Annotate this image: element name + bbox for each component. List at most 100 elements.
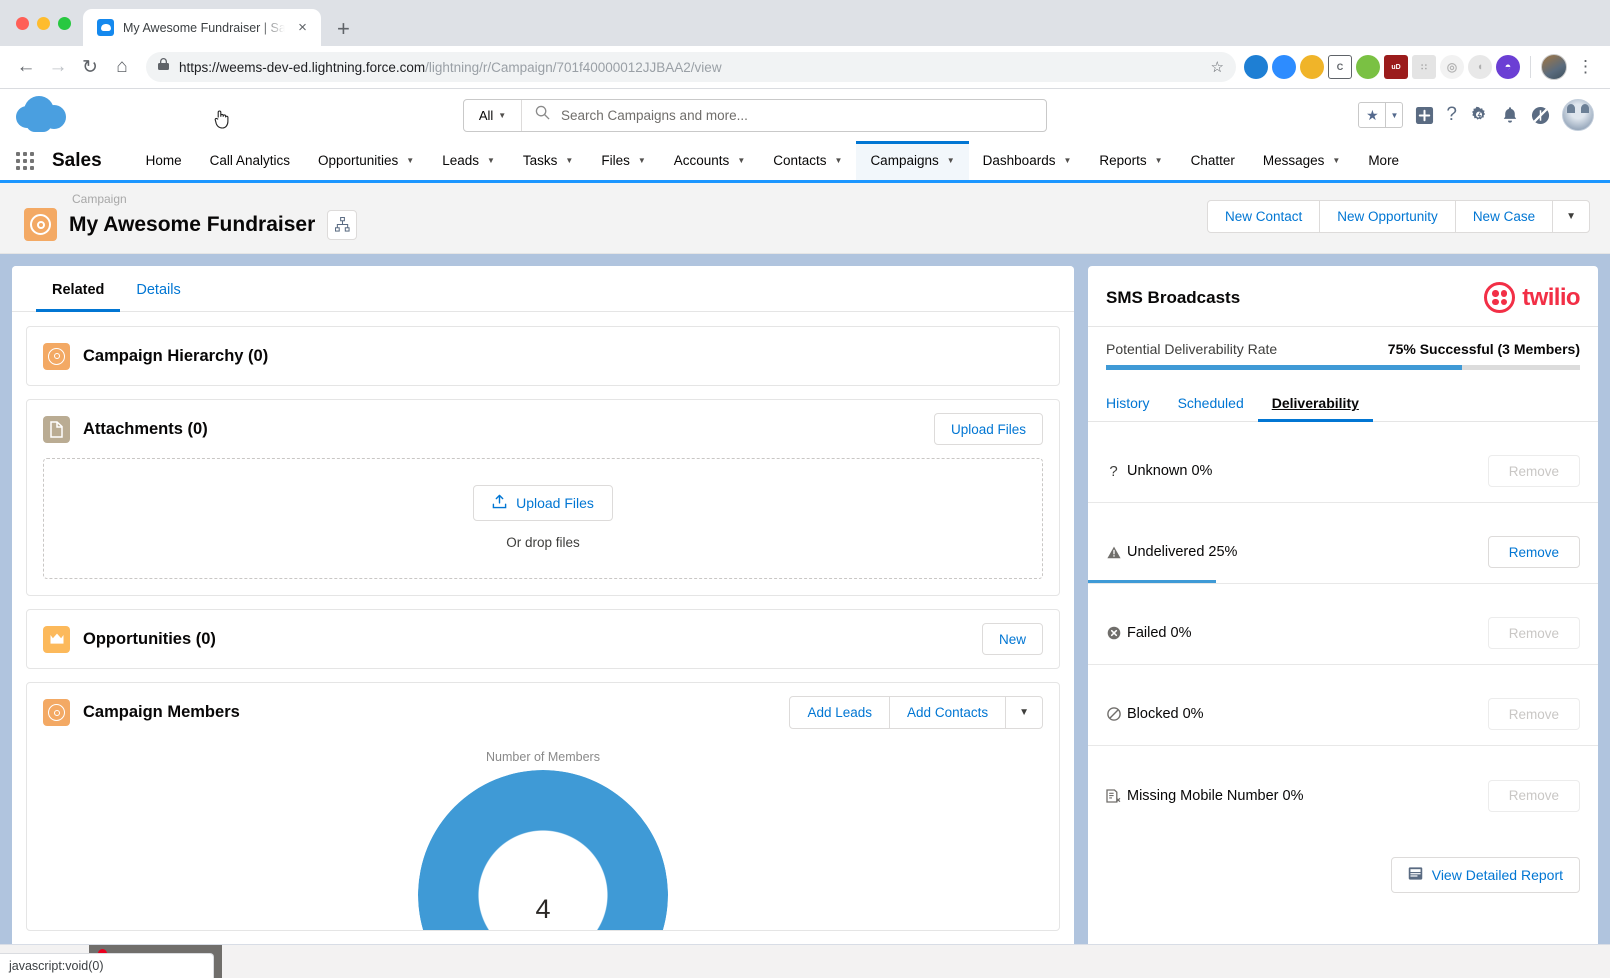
campaign-members-chevron-down-icon[interactable]: ▼ [1005,696,1043,729]
new-opportunity-record-button[interactable]: New [982,623,1043,655]
remove-button[interactable]: Remove [1488,455,1580,487]
remove-button[interactable]: Remove [1488,698,1580,730]
deliverability-row-blocked: Blocked 0% Remove [1088,665,1598,746]
tab-deliverability[interactable]: Deliverability [1258,384,1373,421]
new-tab-button[interactable]: + [337,18,350,40]
row-label-group: Blocked 0% [1106,706,1204,722]
nav-item-call-analytics[interactable]: Call Analytics [196,141,304,180]
favorites-control[interactable]: ★ ▼ [1358,102,1403,128]
file-dropzone[interactable]: Upload Files Or drop files [43,458,1043,579]
view-detailed-report-button[interactable]: View Detailed Report [1391,857,1580,893]
members-donut-chart: 4 [418,770,668,930]
salesforce-cloud-logo[interactable] [16,94,76,136]
nav-item-home[interactable]: Home [132,141,196,180]
ring-extension-icon[interactable] [1244,55,1268,79]
nav-item-campaigns[interactable]: Campaigns▼ [856,141,968,180]
help-icon[interactable]: ? [1446,104,1457,126]
nav-item-chatter[interactable]: Chatter [1177,141,1249,180]
nav-item-tasks[interactable]: Tasks▼ [509,141,587,180]
chevron-down-icon: ▼ [1063,156,1071,165]
nav-label: Contacts [773,153,826,168]
back-button[interactable]: ← [10,51,42,83]
purple-extension-icon[interactable]: ◓ [1496,55,1520,79]
add-leads-button[interactable]: Add Leads [789,696,890,729]
nav-item-reports[interactable]: Reports▼ [1085,141,1176,180]
remove-button[interactable]: Remove [1488,536,1580,568]
nav-item-accounts[interactable]: Accounts▼ [660,141,759,180]
tab-history[interactable]: History [1106,384,1164,421]
grid-extension-icon[interactable]: ∷ [1412,55,1436,79]
upload-files-button[interactable]: Upload Files [934,413,1043,445]
calendar-extension-icon[interactable]: C [1328,55,1352,79]
nav-label: Chatter [1191,153,1235,168]
moon-extension-icon[interactable]: ◖ [1468,55,1492,79]
remove-button[interactable]: Remove [1488,617,1580,649]
nav-item-dashboards[interactable]: Dashboards▼ [969,141,1086,180]
maximize-window-button[interactable] [58,17,71,30]
address-bar[interactable]: https://weems-dev-ed.lightning.force.com… [146,52,1236,82]
browser-profile-avatar[interactable] [1541,54,1567,80]
row-label-group: ? Unknown 0% [1106,463,1212,479]
favorites-star-icon[interactable]: ★ [1359,103,1385,127]
opportunities-title: Opportunities (0) [83,630,969,649]
new-contact-button[interactable]: New Contact [1207,200,1320,233]
favorites-chevron-down-icon[interactable]: ▼ [1385,103,1402,127]
shield-extension-icon[interactable]: uD [1384,55,1408,79]
twilio-mark-icon [1484,282,1515,313]
browser-menu-icon[interactable]: ⋮ [1571,60,1600,74]
new-case-button[interactable]: New Case [1455,200,1553,233]
deliverability-row-undelivered: Undelivered 25% Remove [1088,503,1598,584]
close-window-button[interactable] [16,17,29,30]
add-contacts-button[interactable]: Add Contacts [889,696,1006,729]
video-extension-icon[interactable] [1272,55,1296,79]
slash-circle-icon[interactable] [1531,106,1550,125]
nav-item-messages[interactable]: Messages▼ [1249,141,1354,180]
tab-related[interactable]: Related [36,266,120,311]
status-bar-text: javascript:void(0) [9,959,103,973]
nav-item-leads[interactable]: Leads▼ [428,141,509,180]
view-hierarchy-icon[interactable] [327,210,357,240]
leaf-extension-icon[interactable] [1356,55,1380,79]
salesforce-app: All ▼ Search Campaigns and more... ★ ▼ [0,89,1610,978]
row-progress-bar [1088,499,1598,502]
search-input[interactable]: Search Campaigns and more... [522,100,1046,131]
nav-item-contacts[interactable]: Contacts▼ [759,141,856,180]
orbit-extension-icon[interactable]: ◎ [1440,55,1464,79]
more-actions-chevron-down-icon[interactable]: ▼ [1552,200,1590,233]
record-actions: New Contact New Opportunity New Case ▼ [1207,200,1590,233]
minimize-window-button[interactable] [37,17,50,30]
global-search[interactable]: All ▼ Search Campaigns and more... [463,99,1047,132]
tab-scheduled[interactable]: Scheduled [1164,384,1258,421]
row-label: Unknown 0% [1127,463,1212,479]
nav-label: Call Analytics [210,153,290,168]
forward-button[interactable]: → [42,51,74,83]
related-cards: Campaign Hierarchy (0) Attachments (0) U… [12,312,1074,945]
close-tab-icon[interactable]: × [294,20,311,35]
campaign-hierarchy-header: Campaign Hierarchy (0) [27,327,1059,385]
nav-item-files[interactable]: Files▼ [587,141,659,180]
reload-button[interactable]: ↻ [74,51,106,83]
row-label: Blocked 0% [1127,706,1204,722]
remove-button[interactable]: Remove [1488,780,1580,812]
nav-item-more[interactable]: More [1354,141,1413,180]
question-mark-icon: ? [1106,464,1121,479]
app-name[interactable]: Sales [52,150,102,172]
home-button[interactable]: ⌂ [106,51,138,83]
app-launcher-icon[interactable] [16,152,34,170]
tab-details[interactable]: Details [120,266,196,311]
add-icon[interactable] [1415,106,1434,125]
browser-tab[interactable]: My Awesome Fundraiser | Sale × [83,9,321,46]
sms-broadcasts-panel: SMS Broadcasts twilio Potential Delivera… [1088,266,1598,978]
coin-extension-icon[interactable] [1300,55,1324,79]
search-scope-selector[interactable]: All ▼ [464,100,522,131]
row-label-group: Missing Mobile Number 0% [1106,788,1303,804]
new-opportunity-button[interactable]: New Opportunity [1319,200,1456,233]
upload-files-dropzone-button[interactable]: Upload Files [473,485,613,521]
bookmark-star-icon[interactable]: ☆ [1211,58,1224,76]
nav-item-opportunities[interactable]: Opportunities▼ [304,141,428,180]
record-action-button-group: New Contact New Opportunity New Case ▼ [1207,200,1590,233]
setup-gear-icon[interactable] [1469,105,1489,125]
notifications-bell-icon[interactable] [1501,106,1519,125]
extension-icons: C uD ∷ ◎ ◖ ◓ ⋮ [1244,54,1600,80]
user-avatar[interactable] [1562,99,1594,131]
